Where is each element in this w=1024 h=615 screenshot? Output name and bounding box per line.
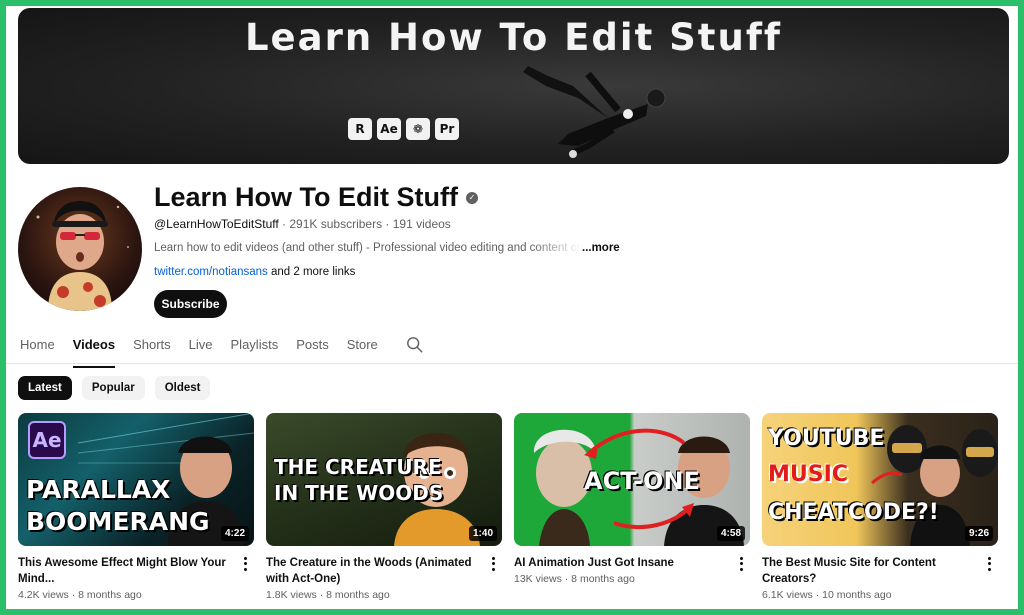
avatar-illustration — [36, 201, 129, 311]
chip-oldest[interactable]: Oldest — [154, 376, 211, 400]
channel-avatar[interactable] — [18, 187, 142, 311]
video-duration: 9:26 — [964, 526, 993, 541]
more-link[interactable]: ...more — [582, 242, 620, 254]
video-duration: 4:22 — [220, 526, 249, 541]
video-card[interactable]: YOUTUBE MUSIC CHEATCODE?! 9:26 The Best … — [762, 413, 998, 601]
video-thumbnail[interactable]: YOUTUBE MUSIC CHEATCODE?! 9:26 — [762, 413, 998, 546]
channel-stats: · 291K subscribers · 191 videos — [282, 217, 451, 231]
video-thumbnail[interactable]: ACT-ONE 4:58 — [514, 413, 750, 546]
video-card[interactable]: Ae PARALLAX BOOMERANG 4:22 This Awesome … — [18, 413, 254, 601]
video-title[interactable]: The Creature in the Woods (Animated with… — [266, 555, 476, 587]
thumbnail-text-line: PARALLAX — [26, 475, 171, 504]
video-title[interactable]: AI Animation Just Got Insane — [514, 555, 724, 571]
thumbnail-art — [394, 432, 480, 546]
video-title[interactable]: The Best Music Site for Content Creators… — [762, 555, 972, 587]
channel-links: twitter.com/notiansans and 2 more links — [154, 266, 355, 278]
twitter-link[interactable]: twitter.com/notiansans — [154, 266, 268, 278]
thumbnail-text-line: ACT-ONE — [584, 467, 700, 495]
thumbnail-text-line: YOUTUBE — [768, 426, 885, 451]
tab-live[interactable]: Live — [189, 332, 213, 358]
channel-banner: Learn How To Edit Stuff R Ae ❁ Pr — [18, 8, 1009, 164]
video-stats: 13K views · 8 months ago — [514, 573, 635, 585]
more-links-link[interactable]: and 2 more links — [268, 266, 355, 278]
channel-tabs: Home Videos Shorts Live Playlists Posts … — [20, 332, 424, 368]
video-stats: 4.2K views · 8 months ago — [18, 589, 142, 601]
more-actions-icon[interactable] — [240, 556, 250, 572]
after-effects-icon: Ae — [377, 118, 401, 140]
more-actions-icon[interactable] — [736, 556, 746, 572]
thumbnail-text-line: CHEATCODE?! — [768, 500, 939, 525]
channel-handle: @LearnHowToEditStuff — [154, 217, 279, 231]
video-thumbnail[interactable]: Ae PARALLAX BOOMERANG 4:22 — [18, 413, 254, 546]
thumbnail-text-line: MUSIC — [768, 462, 848, 487]
thumbnail-text-line: THE CREATURE — [274, 455, 442, 479]
video-duration: 4:58 — [716, 526, 745, 541]
channel-description[interactable]: Learn how to edit videos (and other stuf… — [154, 242, 624, 254]
channel-name: Learn How To Edit Stuff — [154, 182, 458, 212]
video-duration: 1:40 — [468, 526, 497, 541]
verified-check-icon: ✓ — [465, 191, 478, 204]
chip-popular[interactable]: Popular — [81, 376, 145, 400]
search-icon[interactable] — [406, 336, 424, 354]
video-card[interactable]: THE CREATURE IN THE WOODS 1:40 The Creat… — [266, 413, 502, 601]
subscribe-button[interactable]: Subscribe — [154, 290, 227, 318]
channel-meta: @LearnHowToEditStuff · 291K subscribers … — [154, 217, 451, 231]
tabs-divider — [6, 363, 1018, 364]
channel-description-text: Learn how to edit videos (and other stuf… — [154, 242, 582, 254]
video-stats: 1.8K views · 8 months ago — [266, 589, 390, 601]
thumbnail-text-line: BOOMERANG — [26, 507, 210, 536]
after-effects-badge: Ae — [28, 421, 66, 459]
video-stats: 6.1K views · 10 months ago — [762, 589, 892, 601]
banner-figure-illustration — [523, 66, 666, 158]
more-actions-icon[interactable] — [488, 556, 498, 572]
tab-videos[interactable]: Videos — [72, 332, 116, 368]
sort-chips: Latest Popular Oldest — [18, 376, 211, 400]
video-grid: Ae PARALLAX BOOMERANG 4:22 This Awesome … — [18, 413, 998, 601]
video-thumbnail[interactable]: THE CREATURE IN THE WOODS 1:40 — [266, 413, 502, 546]
more-actions-icon[interactable] — [984, 556, 994, 572]
channel-name-row: Learn How To Edit Stuff ✓ — [154, 182, 478, 213]
tab-posts[interactable]: Posts — [296, 332, 329, 358]
premiere-pro-icon: Pr — [435, 118, 459, 140]
tab-home[interactable]: Home — [20, 332, 55, 358]
resolve-r-icon: R — [348, 118, 372, 140]
channel-page: Learn How To Edit Stuff R Ae ❁ Pr Learn … — [6, 6, 1018, 609]
chip-latest[interactable]: Latest — [18, 376, 72, 400]
banner-app-icons: R Ae ❁ Pr — [348, 118, 459, 140]
thumbnail-text-line: IN THE WOODS — [274, 481, 444, 505]
video-title[interactable]: This Awesome Effect Might Blow Your Mind… — [18, 555, 228, 587]
video-card[interactable]: ACT-ONE 4:58 AI Animation Just Got Insan… — [514, 413, 750, 601]
tab-shorts[interactable]: Shorts — [133, 332, 171, 358]
tab-playlists[interactable]: Playlists — [231, 332, 279, 358]
davinci-resolve-icon: ❁ — [406, 118, 430, 140]
tab-store[interactable]: Store — [347, 332, 378, 358]
